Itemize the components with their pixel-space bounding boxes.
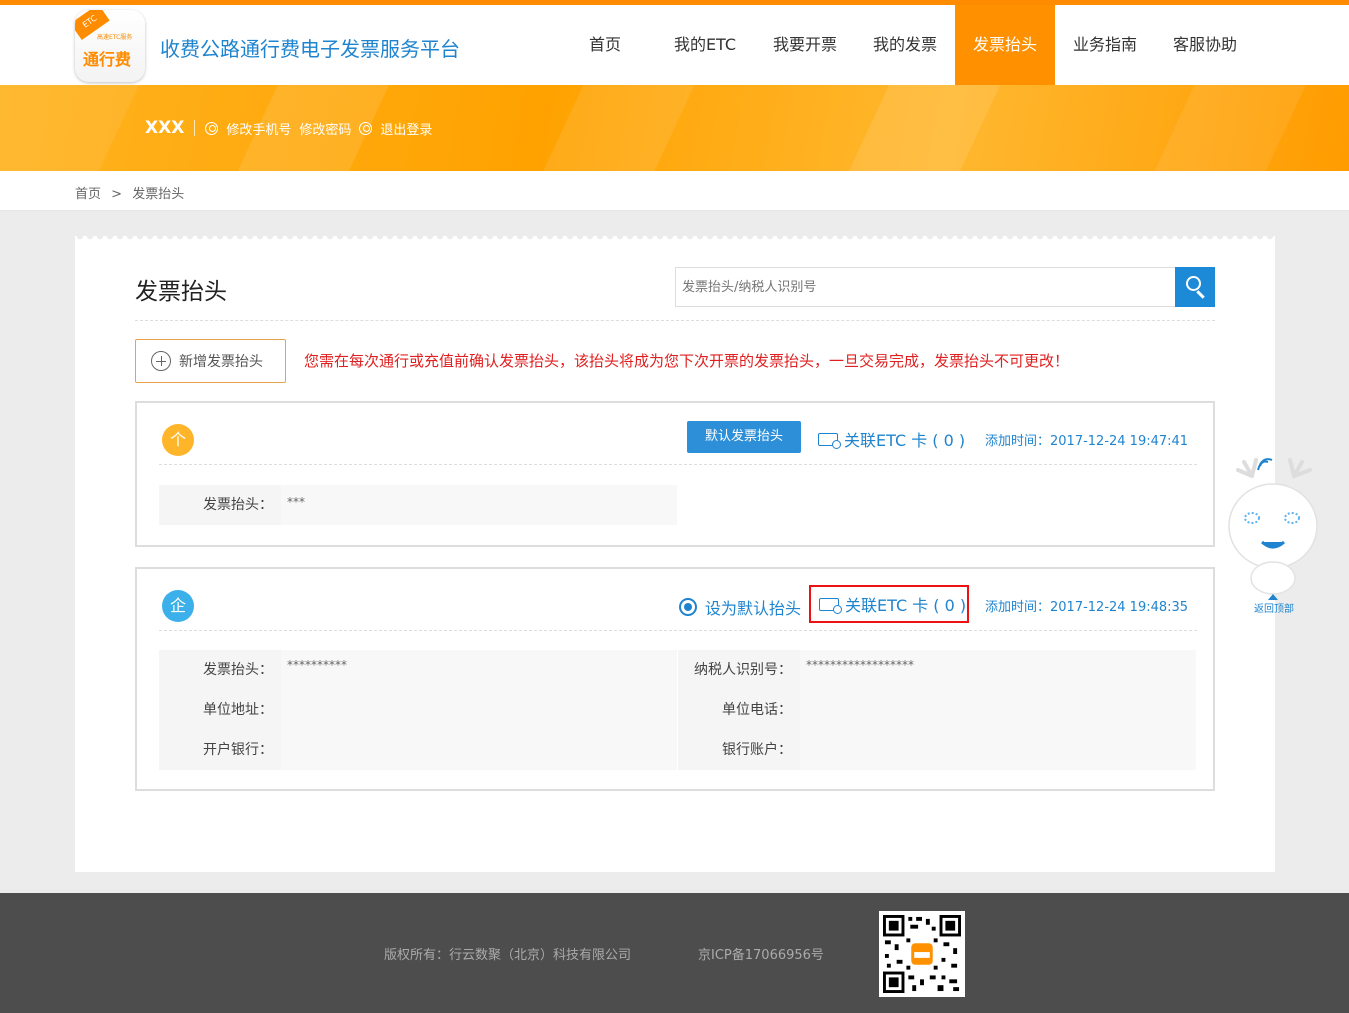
logo-small-text: 高速ETC服务 <box>97 34 133 41</box>
personal-type-badge: 个 <box>162 424 194 456</box>
divider <box>135 320 1215 321</box>
user-bar: XXX 修改手机号 修改密码 退出登录 <box>145 118 440 138</box>
logout-link[interactable]: 退出登录 <box>359 119 432 138</box>
enterprise-type-badge: 企 <box>162 590 194 622</box>
field-value <box>800 730 1196 770</box>
user-icon <box>205 121 219 135</box>
field-value <box>800 690 1196 730</box>
card-fields-right: 纳税人识别号： ****************** 单位电话： 银行账户： <box>678 650 1196 770</box>
field-label: 发票抬头： <box>159 650 281 690</box>
change-phone-link[interactable]: 修改手机号 <box>205 119 291 138</box>
nav-my-etc[interactable]: 我的ETC <box>655 5 755 85</box>
search-icon-handle <box>1196 290 1205 299</box>
nav-business-guide[interactable]: 业务指南 <box>1055 5 1155 85</box>
nav-home[interactable]: 首页 <box>555 5 655 85</box>
main-nav: 首页 我的ETC 我要开票 我的发票 发票抬头 业务指南 客服协助 <box>555 5 1255 85</box>
field-row: 开户银行： <box>159 730 677 770</box>
search-button[interactable] <box>1175 267 1215 307</box>
field-row: 单位地址： <box>159 690 677 730</box>
card-divider <box>159 630 1197 631</box>
nav-invoice-title[interactable]: 发票抬头 <box>955 5 1055 85</box>
field-label: 纳税人识别号： <box>678 650 800 690</box>
breadcrumb-bar: 首页 > 发票抬头 <box>0 171 1349 211</box>
card-fields: 发票抬头： *** <box>159 485 677 525</box>
copyright-text: 版权所有：行云数聚（北京）科技有限公司 <box>384 948 632 963</box>
radio-icon <box>679 598 697 616</box>
warning-message: 您需在每次通行或充值前确认发票抬头，该抬头将成为您下次开票的发票抬头，一旦交易完… <box>304 352 1070 370</box>
field-row: 单位电话： <box>678 690 1196 730</box>
logout-label: 退出登录 <box>380 122 433 138</box>
set-default-title-radio[interactable]: 设为默认抬头 <box>679 595 801 619</box>
search-input[interactable] <box>676 268 1176 306</box>
main-panel: 发票抬头 新增发票抬头 您需在每次通行或充值前确认发票抬头，该抬头将成为您下次开… <box>75 236 1275 872</box>
add-invoice-title-label: 新增发票抬头 <box>179 354 263 370</box>
user-separator <box>194 120 196 136</box>
invoice-title-card-personal: 个 默认发票抬头 关联ETC 卡 ( 0 ) 添加时间：2017-12-24 1… <box>135 401 1215 547</box>
logo-text: 通行费 <box>83 50 132 69</box>
card-fields-left: 发票抬头： ********** 单位地址： 开户银行： <box>159 650 677 770</box>
breadcrumb-current: 发票抬头 <box>132 187 185 202</box>
field-label: 银行账户： <box>678 730 800 770</box>
field-row: 发票抬头： *** <box>159 485 677 525</box>
back-to-top-label[interactable]: 返回顶部 <box>1254 600 1294 615</box>
breadcrumb-home[interactable]: 首页 <box>75 187 101 202</box>
etc-card-icon <box>818 432 841 449</box>
breadcrumb-separator: > <box>111 187 123 202</box>
site-logo[interactable]: ETC 高速ETC服务 通行费 <box>75 10 145 82</box>
field-value: ********** <box>281 650 677 690</box>
added-time: 添加时间：2017-12-24 19:48:35 <box>985 600 1189 615</box>
top-header: ETC 高速ETC服务 通行费 收费公路通行费电子发票服务平台 首页 我的ETC… <box>0 0 1349 85</box>
footer: 版权所有：行云数聚（北京）科技有限公司 京ICP备17066956号 <box>0 893 1349 1013</box>
nav-issue-invoice[interactable]: 我要开票 <box>755 5 855 85</box>
etc-card-icon <box>819 597 842 614</box>
add-invoice-title-button[interactable]: 新增发票抬头 <box>135 339 286 383</box>
invoice-title-card-enterprise: 企 设为默认抬头 关联ETC 卡 ( 0 ) 添加时间：2017-12-24 1… <box>135 567 1215 791</box>
card-divider <box>159 464 1197 465</box>
link-etc-card-label: 关联ETC 卡 ( 0 ) <box>845 596 967 615</box>
mascot-back-to-top[interactable] <box>1222 456 1326 616</box>
default-title-button[interactable]: 默认发票抬头 <box>687 421 801 453</box>
plus-circle-icon <box>151 351 171 371</box>
field-row: 纳税人识别号： ****************** <box>678 650 1196 690</box>
field-label: 开户银行： <box>159 730 281 770</box>
change-password-link[interactable]: 修改密码 <box>299 119 351 138</box>
field-value <box>281 730 677 770</box>
icp-license[interactable]: 京ICP备17066956号 <box>698 944 824 963</box>
link-etc-card-label: 关联ETC 卡 ( 0 ) <box>844 431 966 450</box>
added-time: 添加时间：2017-12-24 19:47:41 <box>985 434 1189 449</box>
field-value: ****************** <box>800 650 1196 690</box>
search-icon <box>1186 276 1201 291</box>
breadcrumb: 首页 > 发票抬头 <box>75 183 190 202</box>
qr-code-image <box>879 911 965 997</box>
field-value: *** <box>281 485 677 525</box>
change-password-label: 修改密码 <box>299 122 352 138</box>
nav-my-invoices[interactable]: 我的发票 <box>855 5 955 85</box>
username: XXX <box>145 118 185 138</box>
nav-customer-service[interactable]: 客服协助 <box>1155 5 1255 85</box>
change-phone-label: 修改手机号 <box>226 122 292 138</box>
field-row: 发票抬头： ********** <box>159 650 677 690</box>
page-title: 发票抬头 <box>135 279 227 305</box>
user-icon <box>359 121 373 135</box>
site-title: 收费公路通行费电子发票服务平台 <box>160 37 460 61</box>
search-box <box>675 267 1215 307</box>
field-label: 单位地址： <box>159 690 281 730</box>
set-default-label: 设为默认抬头 <box>705 599 802 618</box>
link-etc-card-button[interactable]: 关联ETC 卡 ( 0 ) <box>818 427 965 451</box>
field-label: 单位电话： <box>678 690 800 730</box>
field-value <box>281 690 677 730</box>
field-row: 银行账户： <box>678 730 1196 770</box>
link-etc-card-button-highlighted[interactable]: 关联ETC 卡 ( 0 ) <box>809 585 969 623</box>
field-label: 发票抬头： <box>159 485 281 525</box>
